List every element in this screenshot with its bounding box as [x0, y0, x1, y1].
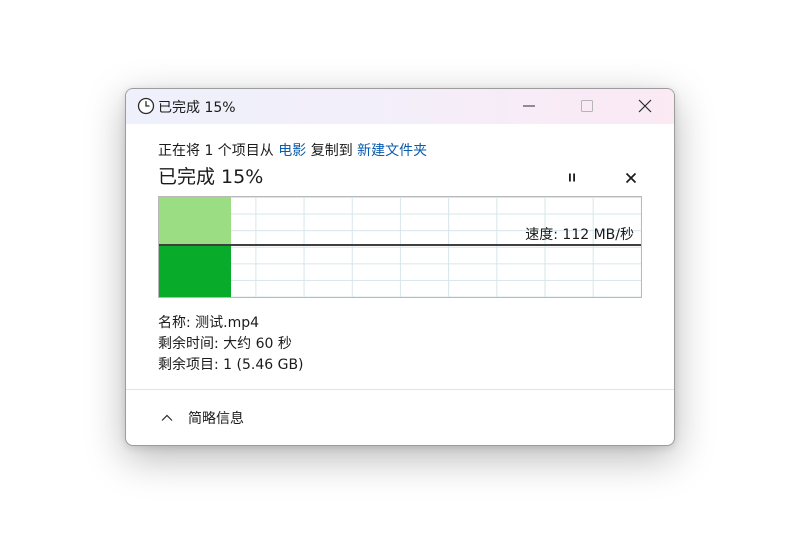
- close-button[interactable]: [616, 89, 674, 124]
- copy-progress-dialog: 已完成 15% 正在将 1 个项目从 电影 复制到 新建文件夹 已完成 15%: [125, 88, 675, 446]
- items-remaining-line: 剩余项目: 1 (5.46 GB): [158, 357, 304, 373]
- fewer-details-label: 简略信息: [188, 411, 244, 427]
- minimize-button[interactable]: [500, 89, 558, 124]
- pause-icon: [569, 173, 575, 182]
- maximize-button[interactable]: [558, 89, 616, 124]
- current-speed-line: [159, 244, 641, 246]
- cancel-icon: [625, 172, 637, 184]
- copy-description: 正在将 1 个项目从 电影 复制到 新建文件夹: [158, 140, 427, 160]
- destination-folder-link[interactable]: 新建文件夹: [357, 143, 427, 159]
- transfer-speed-graph: 速度: 112 MB/秒: [158, 196, 642, 298]
- pause-button[interactable]: [561, 167, 583, 189]
- minimize-icon: [523, 105, 535, 107]
- clock-icon: [137, 97, 155, 115]
- progress-status: 已完成 15%: [158, 166, 264, 188]
- time-remaining-line: 剩余时间: 大约 60 秒: [158, 336, 292, 352]
- description-middle: 复制到: [306, 143, 358, 159]
- window-title: 已完成 15%: [158, 100, 236, 116]
- maximize-icon: [581, 100, 593, 112]
- close-icon: [638, 99, 652, 113]
- footer-divider: [126, 389, 674, 390]
- description-prefix: 正在将 1 个项目从: [158, 143, 279, 159]
- chevron-up-icon: [161, 414, 173, 421]
- transferred-speed-area: [159, 197, 232, 244]
- cancel-copy-button[interactable]: [620, 167, 642, 189]
- speed-label: 速度: 112 MB/秒: [525, 227, 634, 243]
- title-bar[interactable]: 已完成 15%: [126, 89, 674, 124]
- file-name-line: 名称: 测试.mp4: [158, 315, 260, 331]
- source-folder-link[interactable]: 电影: [278, 143, 306, 159]
- progress-fill: [159, 246, 232, 297]
